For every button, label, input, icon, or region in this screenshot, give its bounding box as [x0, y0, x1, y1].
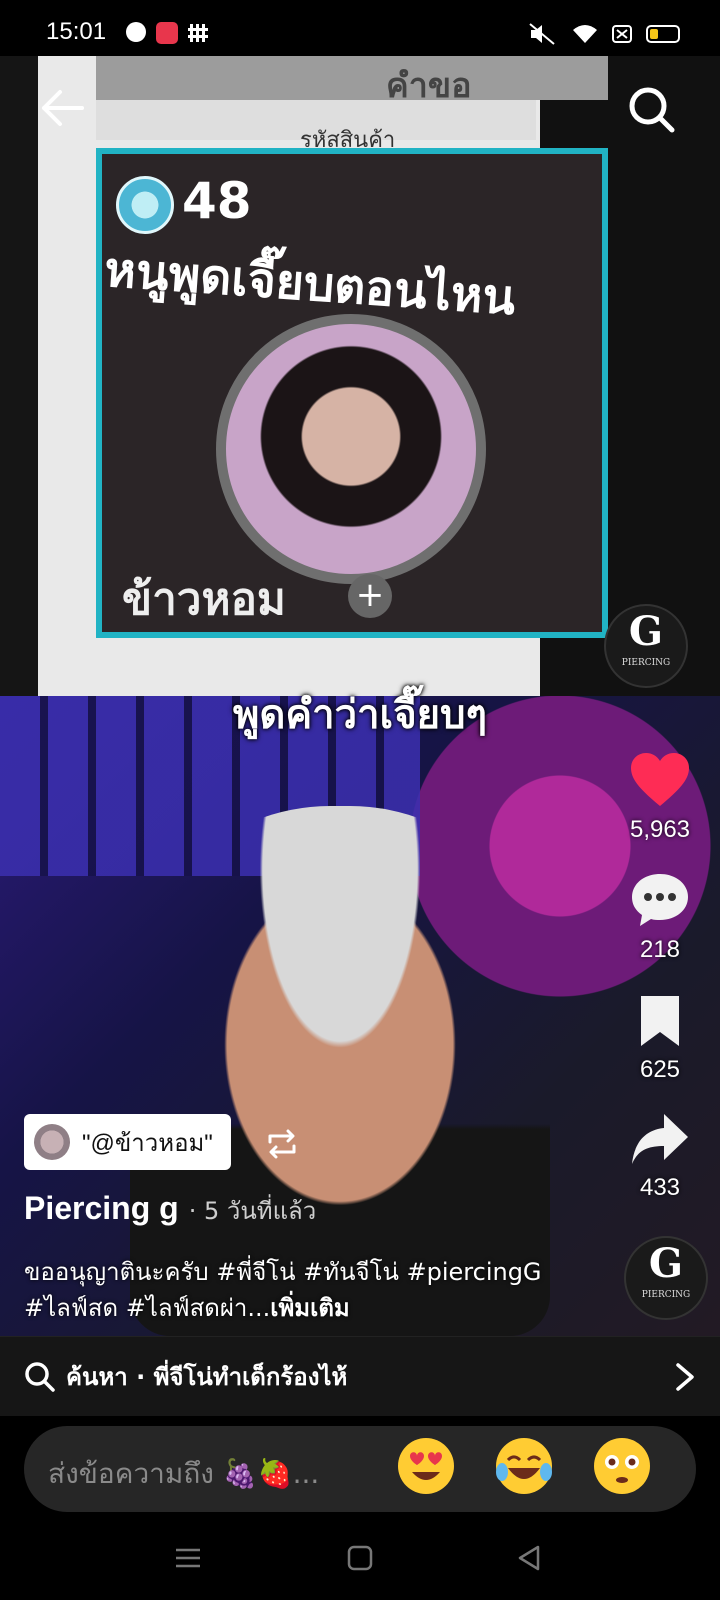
share-button[interactable]: 433: [610, 1112, 710, 1202]
chevron-right-icon: [676, 1363, 694, 1391]
battery-level: [650, 29, 658, 39]
follow-plus-icon: +: [348, 574, 392, 618]
recorder-icon: [156, 22, 178, 44]
profile-name: ข้าวหอม: [122, 574, 286, 625]
watermark-logo: G PIERCING: [604, 604, 688, 688]
search-suggestion-bar[interactable]: ค้นหา · พี่จีโน่ทำเด็กร้องไห้: [0, 1336, 720, 1416]
search-icon: [25, 1361, 55, 1392]
repost-icon[interactable]: [264, 1126, 300, 1162]
remix-source-chip[interactable]: "@ข้าวหอม": [24, 1114, 231, 1170]
bookmark-icon: [641, 996, 679, 1046]
post-time: · 5 วันที่แล้ว: [188, 1197, 317, 1225]
document-header: คำขอ: [96, 56, 608, 106]
notification-icons: [126, 22, 210, 44]
gift-count: 48: [182, 172, 252, 230]
profile-avatar: [216, 314, 486, 584]
remix-avatar: [34, 1124, 70, 1160]
wifi-icon: [573, 25, 597, 43]
like-button[interactable]: 5,963: [610, 752, 710, 844]
battery-icon: [646, 25, 680, 43]
back-button[interactable]: [38, 84, 86, 132]
like-count: 5,963: [629, 816, 691, 843]
save-count: 625: [639, 1056, 681, 1083]
author-row[interactable]: Piercing g · 5 วันที่แล้ว: [24, 1190, 316, 1230]
creator-avatar-logo[interactable]: G PIERCING: [624, 1236, 708, 1320]
status-bar: 15:01: [0, 0, 720, 56]
share-arrow-icon: [632, 1114, 688, 1164]
sim-icon: [612, 25, 632, 43]
system-navigation-bar: [0, 1516, 720, 1600]
creator-logo-letter: G: [648, 1240, 684, 1287]
gift-badge-icon: [116, 176, 174, 234]
menu-icon[interactable]: [172, 1542, 204, 1574]
heart-eyes-emoji[interactable]: [396, 1436, 456, 1496]
comment-button[interactable]: 218: [610, 872, 710, 964]
mute-icon: [529, 23, 555, 45]
search-suggestion-text: ค้นหา · พี่จีโน่ทำเด็กร้องไห้: [66, 1363, 348, 1391]
creator-logo-text: PIERCING: [641, 1290, 691, 1300]
system-icons: [528, 22, 680, 46]
grid-app-icon: [188, 22, 210, 44]
video-description[interactable]: ขออนุญาตินะครับ #พี่จีโน่ #ทันจีโน่ #pie…: [24, 1254, 584, 1326]
message-placeholder: ส่งข้อความถึง 🍇🍓...: [48, 1457, 320, 1490]
top-clip: คำขอ รหัสสินค้า 48 หนูพูดเจี๊ยบตอนไหน ข้…: [0, 56, 720, 696]
remix-label: "@ข้าวหอม": [82, 1129, 213, 1157]
search-icon: [629, 87, 675, 133]
home-icon[interactable]: [344, 1542, 376, 1574]
heart-icon: [631, 753, 689, 806]
arrow-left-icon: [42, 90, 84, 126]
message-composer: ส่งข้อความถึง 🍇🍓...: [0, 1416, 720, 1516]
watermark-text: PIERCING: [621, 658, 671, 668]
zalo-icon: [126, 22, 146, 42]
share-count: 433: [639, 1174, 681, 1201]
save-button[interactable]: 625: [610, 994, 710, 1084]
video-overlay-caption: พูดคำว่าเจี๊ยบๆ: [233, 692, 487, 738]
author-name[interactable]: Piercing g: [24, 1190, 179, 1227]
back-triangle-icon[interactable]: [514, 1542, 546, 1574]
watermark-letter: G: [628, 608, 664, 655]
search-button[interactable]: [626, 84, 678, 136]
clock: 15:01: [46, 18, 107, 45]
flushed-emoji[interactable]: [592, 1436, 652, 1496]
comment-count: 218: [639, 936, 681, 963]
live-profile-card: 48 หนูพูดเจี๊ยบตอนไหน ข้าวหอม +: [96, 148, 608, 638]
laughing-tears-emoji[interactable]: [494, 1436, 554, 1496]
comment-icon: [632, 874, 688, 926]
see-more-link[interactable]: เพิ่มเติม: [270, 1294, 349, 1322]
